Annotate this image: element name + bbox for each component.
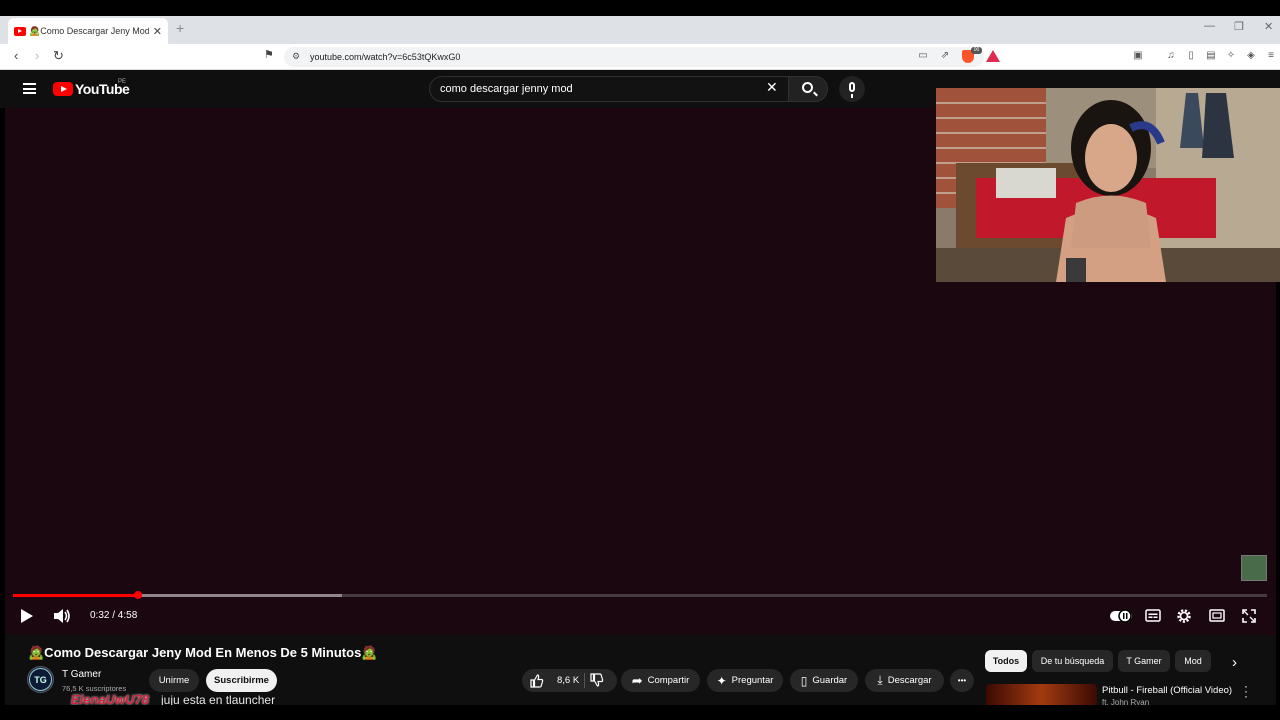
minimize-window-icon[interactable]: — [1204,20,1215,32]
channel-avatar[interactable]: TG [27,666,54,693]
chip-channel[interactable]: T Gamer [1118,650,1170,672]
thumbs-down-icon [590,673,604,687]
microphone-icon [849,82,855,98]
reload-icon[interactable]: ↻ [53,48,64,64]
autoplay-toggle[interactable] [1110,609,1132,627]
webcam-image [936,88,1280,282]
youtube-favicon-icon [14,26,26,36]
recommendation-title[interactable]: Pitbull - Fireball (Official Video) [1102,685,1232,696]
restore-window-icon[interactable]: ❐ [1234,20,1244,33]
tab-title: 🧟Como Descargar Jeny Mod En Menos De 5 M… [29,25,149,36]
screen: 🧟Como Descargar Jeny Mod En Menos De 5 M… [0,0,1280,720]
fullscreen-icon[interactable] [1242,609,1256,627]
browser-toolbar: ‹ › ↻ ⚑ ⚙ youtube.com/watch?v=6c53tQKwxG… [0,44,1280,70]
download-label: Descargar [887,675,932,686]
sidebar-icon[interactable]: ▯ [1185,50,1197,62]
svg-text:TG: TG [34,675,47,685]
clear-search-icon[interactable]: ✕ [766,79,778,96]
close-tab-icon[interactable]: ✕ [153,25,162,38]
vpn-icon[interactable]: ◈ [1245,50,1257,62]
time-display: 0:32 / 4:58 [90,610,138,621]
back-arrow-icon[interactable]: ‹ [14,48,18,63]
video-title: 🧟Como Descargar Jeny Mod En Menos De 5 M… [28,645,378,660]
search-input[interactable]: como descargar jenny mod [429,76,789,102]
youtube-logo-icon[interactable] [53,82,73,96]
share-arrow-icon: ➦ [631,672,643,688]
webcam-overlay [936,88,1280,282]
save-button[interactable]: ▯ Guardar [790,669,858,692]
theater-mode-icon[interactable] [1209,609,1225,627]
chip-mod[interactable]: Mod [1175,650,1211,672]
save-label: Guardar [812,675,848,686]
subtitles-icon[interactable] [1145,609,1161,627]
brave-shields-badge: 00 [971,47,982,54]
media-icon[interactable]: ♫ [1165,50,1177,62]
search-icon [802,82,813,93]
play-icon[interactable] [21,609,33,623]
download-icon: ⤓ [877,673,883,687]
address-bar[interactable]: ⚙ youtube.com/watch?v=6c53tQKwxG0 [284,47,984,67]
channel-name[interactable]: T Gamer [62,669,101,680]
search-query: como descargar jenny mod [440,83,573,95]
subscribe-button[interactable]: Suscribirme [206,669,277,692]
like-button[interactable]: 8,6 K [530,673,580,688]
chip-all[interactable]: Todos [985,650,1027,672]
chip-from-search[interactable]: De tu búsqueda [1032,650,1113,672]
more-actions-button[interactable]: ••• [950,669,974,692]
browser-tab[interactable]: 🧟Como Descargar Jeny Mod En Menos De 5 M… [8,18,168,44]
progress-played [13,594,138,597]
forward-arrow-icon[interactable]: › [35,48,39,63]
cast-icon[interactable]: ▭ [917,50,929,62]
recommendation-thumbnail[interactable] [986,684,1097,705]
wallet-icon[interactable]: ▤ [1205,50,1217,62]
recommendation-menu-icon[interactable]: · · · [1244,680,1248,702]
scrubber-handle[interactable] [134,591,142,599]
close-window-icon[interactable]: ✕ [1264,20,1273,33]
site-info-icon[interactable]: ⚙ [292,51,300,62]
thumbs-up-icon [530,673,544,688]
country-code: PE [118,79,127,85]
guide-menu-icon[interactable] [23,83,36,94]
ask-label: Preguntar [731,675,774,686]
extensions-icon[interactable]: ▣ [1132,50,1144,62]
channel-watermark[interactable] [1241,555,1267,581]
like-count: 8,6 K [557,675,580,686]
sparkle-icon: ✦ [716,673,727,688]
volume-icon[interactable] [53,608,71,626]
url-text: youtube.com/watch?v=6c53tQKwxG0 [310,52,461,62]
bottom-letterbox [0,705,1280,720]
brave-rewards-icon[interactable] [986,50,1000,62]
share-label: Compartir [647,675,690,686]
voice-search-button[interactable] [839,76,865,102]
bookmark-icon[interactable]: ⚑ [264,48,274,61]
leo-ai-icon[interactable]: ✧ [1225,50,1237,62]
like-divider [584,673,585,688]
menu-icon[interactable]: ≡ [1265,50,1277,62]
join-button[interactable]: Unirme [149,669,199,692]
settings-gear-icon[interactable] [1176,608,1192,626]
bookmark-save-icon: ▯ [800,673,808,688]
download-button[interactable]: ⤓ Descargar [865,669,944,692]
share-icon[interactable]: ⇗ [939,50,951,62]
search-button[interactable] [788,76,828,102]
chips-next-icon[interactable]: › [1232,654,1237,671]
browser-tabstrip: 🧟Como Descargar Jeny Mod En Menos De 5 M… [0,16,1280,44]
share-button[interactable]: ➦ Compartir [621,669,700,692]
ask-button[interactable]: ✦ Preguntar [707,669,783,692]
new-tab-button[interactable]: + [176,20,184,36]
dislike-button[interactable] [590,673,604,687]
like-dislike-group: 8,6 K [522,669,617,692]
